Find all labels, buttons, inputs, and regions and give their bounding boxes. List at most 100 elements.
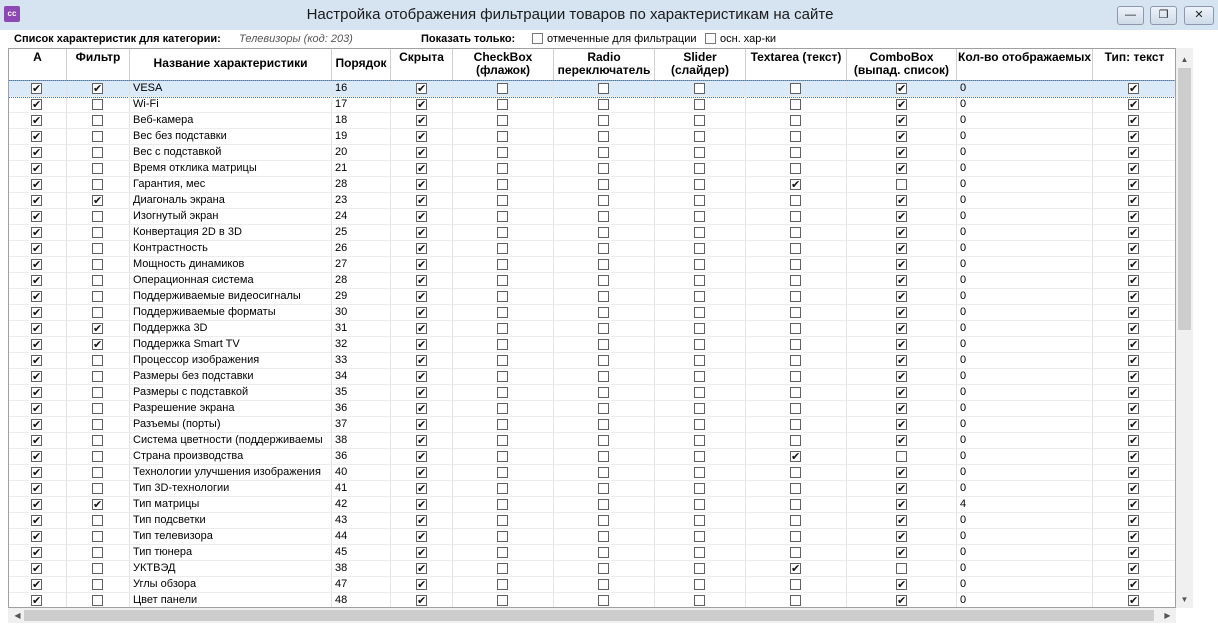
type-text-checkbox[interactable] <box>1128 225 1139 240</box>
checkbox-checkbox[interactable] <box>497 467 508 478</box>
col-header-a[interactable]: А <box>9 49 67 80</box>
col-header-slider[interactable]: Slider (слайдер) <box>655 49 746 80</box>
type-text-checkbox[interactable] <box>1128 465 1139 480</box>
checkbox-checkbox[interactable] <box>497 115 508 126</box>
cell-order[interactable]: 25 <box>332 225 391 241</box>
slider-checkbox[interactable] <box>694 595 705 606</box>
checkbox-checkbox[interactable] <box>497 419 508 430</box>
cell-order[interactable]: 31 <box>332 321 391 337</box>
checkbox-checkbox[interactable] <box>497 435 508 446</box>
hidden-checkbox[interactable] <box>416 257 427 272</box>
cell-name[interactable]: УКТВЭД <box>130 561 332 577</box>
radio-checkbox[interactable] <box>598 83 609 94</box>
cell-order[interactable]: 24 <box>332 209 391 225</box>
combobox-checkbox[interactable] <box>896 497 907 512</box>
filter-checkbox[interactable] <box>92 531 103 542</box>
textarea-checkbox[interactable] <box>790 163 801 174</box>
table-row[interactable]: Гарантия, мес 28 0 <box>9 177 1175 193</box>
cell-order[interactable]: 35 <box>332 385 391 401</box>
hidden-checkbox[interactable] <box>416 193 427 208</box>
a-checkbox[interactable] <box>31 497 42 512</box>
col-header-checkbox[interactable]: CheckBox (флажок) <box>453 49 554 80</box>
cell-order[interactable]: 44 <box>332 529 391 545</box>
textarea-checkbox[interactable] <box>790 403 801 414</box>
cell-count[interactable]: 0 <box>957 129 1093 145</box>
slider-checkbox[interactable] <box>694 323 705 334</box>
a-checkbox[interactable] <box>31 449 42 464</box>
textarea-checkbox[interactable] <box>790 275 801 286</box>
cell-count[interactable]: 0 <box>957 289 1093 305</box>
hidden-checkbox[interactable] <box>416 145 427 160</box>
textarea-checkbox[interactable] <box>790 387 801 398</box>
radio-checkbox[interactable] <box>598 483 609 494</box>
checkbox-checkbox[interactable] <box>497 563 508 574</box>
slider-checkbox[interactable] <box>694 243 705 254</box>
type-text-checkbox[interactable] <box>1128 529 1139 544</box>
combobox-checkbox[interactable] <box>896 369 907 384</box>
cell-name[interactable]: Технологии улучшения изображения <box>130 465 332 481</box>
combobox-checkbox[interactable] <box>896 305 907 320</box>
slider-checkbox[interactable] <box>694 579 705 590</box>
filter-checkbox[interactable] <box>92 147 103 158</box>
combobox-checkbox[interactable] <box>896 465 907 480</box>
type-text-checkbox[interactable] <box>1128 385 1139 400</box>
type-text-checkbox[interactable] <box>1128 417 1139 432</box>
checkbox-checkbox[interactable] <box>497 339 508 350</box>
a-checkbox[interactable] <box>31 545 42 560</box>
checkbox-checkbox[interactable] <box>497 83 508 94</box>
slider-checkbox[interactable] <box>694 403 705 414</box>
a-checkbox[interactable] <box>31 177 42 192</box>
table-row[interactable]: Операционная система 28 0 <box>9 273 1175 289</box>
slider-checkbox[interactable] <box>694 275 705 286</box>
radio-checkbox[interactable] <box>598 595 609 606</box>
radio-checkbox[interactable] <box>598 387 609 398</box>
radio-checkbox[interactable] <box>598 115 609 126</box>
table-row[interactable]: Страна производства 36 0 <box>9 449 1175 465</box>
radio-checkbox[interactable] <box>598 195 609 206</box>
textarea-checkbox[interactable] <box>790 211 801 222</box>
cell-name[interactable]: Мощность динамиков <box>130 257 332 273</box>
filter-checkbox[interactable] <box>92 579 103 590</box>
cell-count[interactable]: 0 <box>957 401 1093 417</box>
checkbox-checkbox[interactable] <box>497 499 508 510</box>
filter-checkbox[interactable] <box>92 419 103 430</box>
textarea-checkbox[interactable] <box>790 547 801 558</box>
table-row[interactable]: Процессор изображения 33 0 <box>9 353 1175 369</box>
table-row[interactable]: Разъемы (порты) 37 0 <box>9 417 1175 433</box>
cell-order[interactable]: 19 <box>332 129 391 145</box>
type-text-checkbox[interactable] <box>1128 449 1139 464</box>
combobox-checkbox[interactable] <box>896 321 907 336</box>
cell-count[interactable]: 0 <box>957 321 1093 337</box>
cell-count[interactable]: 0 <box>957 209 1093 225</box>
combobox-checkbox[interactable] <box>896 193 907 208</box>
cell-count[interactable]: 0 <box>957 305 1093 321</box>
table-row[interactable]: Цвет панели 48 0 <box>9 593 1175 607</box>
cell-order[interactable]: 34 <box>332 369 391 385</box>
radio-checkbox[interactable] <box>598 515 609 526</box>
characteristics-grid[interactable]: А Фильтр Название характеристики Порядок… <box>8 48 1176 608</box>
checkbox-checkbox[interactable] <box>497 355 508 366</box>
textarea-checkbox[interactable] <box>790 99 801 110</box>
type-text-checkbox[interactable] <box>1128 161 1139 176</box>
textarea-checkbox[interactable] <box>790 483 801 494</box>
table-row[interactable]: Поддержка Smart TV 32 0 <box>9 337 1175 353</box>
radio-checkbox[interactable] <box>598 531 609 542</box>
radio-checkbox[interactable] <box>598 227 609 238</box>
type-text-checkbox[interactable] <box>1128 369 1139 384</box>
cell-order[interactable]: 27 <box>332 257 391 273</box>
combobox-checkbox[interactable] <box>896 257 907 272</box>
slider-checkbox[interactable] <box>694 83 705 94</box>
radio-checkbox[interactable] <box>598 323 609 334</box>
radio-checkbox[interactable] <box>598 467 609 478</box>
cell-count[interactable]: 0 <box>957 337 1093 353</box>
hidden-checkbox[interactable] <box>416 209 427 224</box>
a-checkbox[interactable] <box>31 353 42 368</box>
type-text-checkbox[interactable] <box>1128 305 1139 320</box>
table-row[interactable]: Углы обзора 47 0 <box>9 577 1175 593</box>
cell-order[interactable]: 36 <box>332 449 391 465</box>
cell-name[interactable]: Тип 3D-технологии <box>130 481 332 497</box>
radio-checkbox[interactable] <box>598 371 609 382</box>
slider-checkbox[interactable] <box>694 291 705 302</box>
cell-name[interactable]: Поддерживаемые форматы <box>130 305 332 321</box>
type-text-checkbox[interactable] <box>1128 97 1139 112</box>
